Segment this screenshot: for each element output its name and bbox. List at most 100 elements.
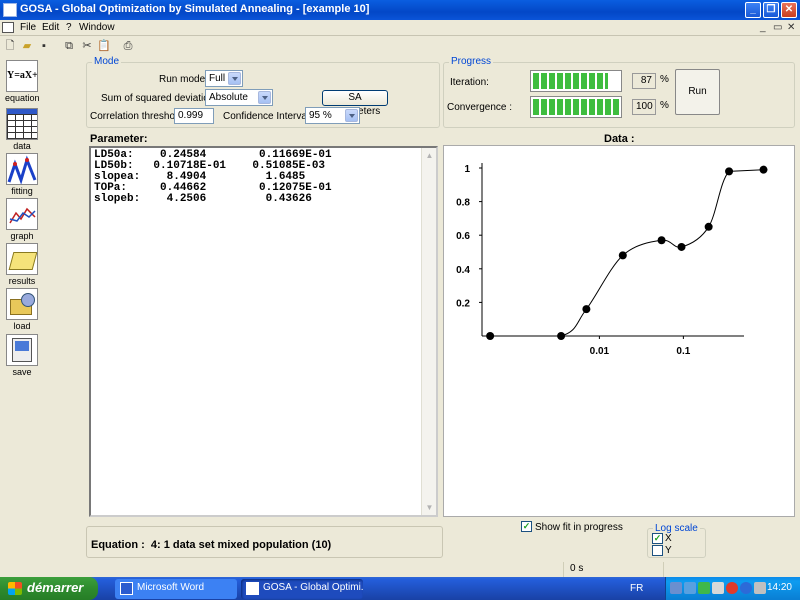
x-tick-label: 0.1	[676, 346, 690, 357]
minimize-button[interactable]: _	[745, 2, 761, 18]
run-mode-value: Full	[209, 73, 226, 84]
parameter-row: slopeb: 4.2506 0.43626	[94, 193, 312, 205]
status-time: 0 s	[563, 562, 663, 577]
maximize-button[interactable]: ❐	[763, 2, 779, 18]
convergence-progress-bar	[530, 96, 622, 118]
y-tick-label: 0.4	[456, 265, 470, 276]
document-icon[interactable]	[2, 22, 14, 33]
scroll-down-icon[interactable]: ▼	[423, 501, 436, 514]
sidebar-item-graph[interactable]: graph	[5, 198, 39, 241]
mdi-restore-button[interactable]: ▭	[773, 22, 782, 33]
log-scale-group: Log scale ✓ X Y	[647, 523, 706, 558]
copy-icon[interactable]: ⧉	[62, 39, 76, 53]
show-fit-checkbox[interactable]: ✓	[521, 521, 532, 532]
start-button[interactable]: démarrer	[0, 577, 98, 600]
menu-file[interactable]: File	[20, 22, 36, 33]
sidebar-label: equation	[5, 93, 40, 103]
fitting-icon	[6, 153, 38, 185]
shield-icon[interactable]	[698, 582, 710, 594]
save-disk-icon[interactable]: ▪	[37, 39, 51, 53]
monitor-icon[interactable]	[684, 582, 696, 594]
results-icon	[6, 243, 38, 275]
word-icon	[120, 582, 133, 595]
sidebar-label: results	[8, 276, 36, 286]
menu-window[interactable]: Window	[79, 22, 115, 33]
scroll-up-icon[interactable]: ▲	[423, 149, 436, 162]
taskbar-item-label: GOSA - Global Optimi...	[263, 582, 363, 593]
confidence-value: 95 %	[309, 110, 332, 121]
volume-icon[interactable]	[754, 582, 766, 594]
taskbar: démarrer Microsoft Word GOSA - Global Op…	[0, 577, 800, 600]
cut-icon[interactable]: ✂	[80, 39, 94, 53]
mdi-close-button[interactable]: ✕	[787, 22, 795, 33]
progress-group: Progress Iteration: 87 % Convergence : 1…	[443, 56, 795, 128]
y-tick-label: 1	[464, 164, 470, 175]
log-y-checkbox[interactable]	[652, 545, 663, 556]
sidebar-item-data[interactable]: data	[5, 108, 39, 151]
printer-icon[interactable]	[712, 582, 724, 594]
iteration-progress-fill	[533, 73, 608, 89]
run-mode-label: Run mode :	[159, 74, 211, 85]
convergence-progress-fill	[533, 99, 619, 115]
security-alert-icon[interactable]	[726, 582, 738, 594]
mode-group: Mode Run mode : Full Sum of squared devi…	[86, 56, 440, 128]
convergence-percent-sign: %	[660, 100, 669, 111]
sidebar-item-results[interactable]: results	[5, 243, 39, 286]
parameter-output[interactable]: LD50a: 0.24584 0.11669E-01 LD50b: 0.1071…	[89, 146, 438, 517]
start-label: démarrer	[27, 580, 84, 595]
equation-icon: Y=aX+b	[6, 60, 38, 92]
mode-group-label: Mode	[92, 56, 122, 67]
run-mode-select[interactable]: Full	[205, 70, 243, 87]
sidebar-label: fitting	[11, 186, 33, 196]
ssd-select[interactable]: Absolute	[205, 89, 273, 106]
menu-edit[interactable]: Edit	[42, 22, 59, 33]
chevron-down-icon	[345, 109, 358, 122]
toolbar: 🗋 ▰ ▪ ⧉ ✂ 📋 ⎙	[0, 37, 800, 56]
equation-text: Equation : 4: 1 data set mixed populatio…	[91, 539, 331, 551]
correlation-input[interactable]: 0.999	[174, 108, 214, 124]
confidence-label: Confidence Interval :	[223, 111, 315, 122]
confidence-select[interactable]: 95 %	[305, 107, 360, 124]
close-button[interactable]: ✕	[781, 2, 797, 18]
taskbar-item-word[interactable]: Microsoft Word	[115, 579, 237, 599]
menu-bar: File Edit ? Window _ ▭ ✕	[0, 20, 800, 36]
chart-title: Data :	[604, 133, 635, 145]
iteration-percent: 87	[632, 73, 656, 89]
sidebar-item-equation[interactable]: Y=aX+b equation	[5, 60, 40, 103]
status-field-empty	[663, 562, 800, 577]
new-file-icon[interactable]: 🗋	[3, 39, 17, 53]
iteration-progress-bar	[530, 70, 622, 92]
data-point	[759, 165, 768, 174]
y-tick-label: 0.8	[456, 198, 470, 209]
menu-help[interactable]: ?	[66, 22, 72, 33]
sidebar-label: graph	[10, 231, 34, 241]
sidebar-item-fitting[interactable]: fitting	[5, 153, 39, 196]
open-folder-icon[interactable]: ▰	[20, 39, 34, 53]
taskbar-item-gosa[interactable]: GOSA - Global Optimi...	[241, 579, 363, 599]
taskbar-item-label: Microsoft Word	[137, 582, 205, 593]
log-x-checkbox[interactable]: ✓	[652, 533, 663, 544]
data-point	[618, 251, 627, 260]
sidebar-item-save[interactable]: save	[5, 334, 39, 377]
y-tick-label: 0.6	[456, 231, 470, 242]
data-point	[725, 167, 734, 176]
ssd-value: Absolute	[209, 92, 248, 103]
log-y-label: Y	[665, 545, 672, 556]
progress-group-label: Progress	[449, 56, 494, 67]
equation-value: 4: 1 data set mixed population (10)	[150, 539, 332, 551]
run-button[interactable]: Run	[675, 69, 720, 115]
parameter-list: LD50a: 0.24584 0.11669E-01 LD50b: 0.1071…	[94, 150, 332, 205]
network-icon[interactable]	[670, 582, 682, 594]
app-icon	[3, 3, 17, 17]
vertical-scrollbar[interactable]: ▲ ▼	[421, 148, 436, 515]
sa-parameters-button[interactable]: SA parameters	[322, 90, 388, 117]
sidebar-item-load[interactable]: load	[5, 288, 39, 331]
data-point	[677, 242, 686, 251]
mdi-minimize-button[interactable]: _	[760, 22, 766, 33]
clock: 14:20	[766, 582, 792, 593]
data-point	[657, 236, 666, 245]
app-tray-icon[interactable]	[740, 582, 752, 594]
paste-icon[interactable]: 📋	[97, 39, 111, 53]
print-icon[interactable]: ⎙	[121, 39, 135, 53]
language-indicator[interactable]: FR	[630, 583, 643, 594]
